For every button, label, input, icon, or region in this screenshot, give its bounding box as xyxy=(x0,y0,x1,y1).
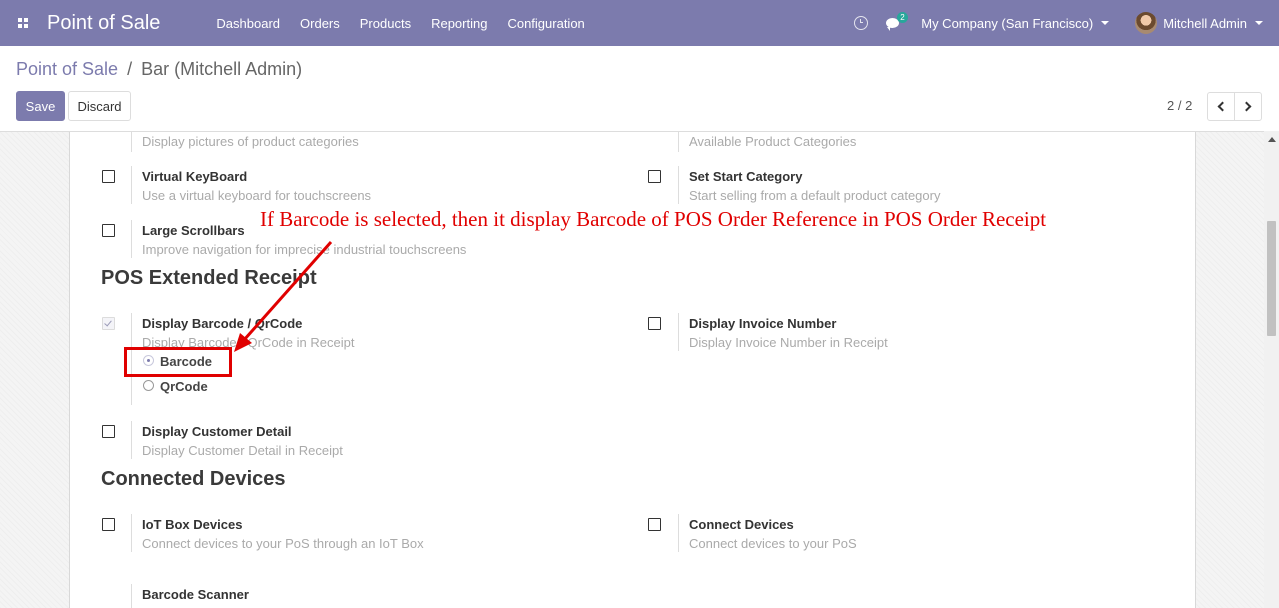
connect-devices-checkbox[interactable] xyxy=(648,518,661,531)
qrcode-radio-label[interactable]: QrCode xyxy=(160,379,208,394)
chat-count-badge: 2 xyxy=(897,12,908,23)
display-customer-detail-checkbox[interactable] xyxy=(102,425,115,438)
connected-devices-heading: Connected Devices xyxy=(101,468,286,490)
chevron-left-icon xyxy=(1217,101,1228,112)
iot-box-checkbox[interactable] xyxy=(102,518,115,531)
display-barcode-checkbox[interactable] xyxy=(102,317,115,330)
avatar xyxy=(1135,12,1158,34)
pager-previous-button[interactable] xyxy=(1207,92,1235,121)
app-name[interactable]: Point of Sale xyxy=(47,12,160,35)
breadcrumb: Point of Sale / Bar (Mitchell Admin) xyxy=(16,59,302,80)
iot-box-desc: Connect devices to your PoS through an I… xyxy=(142,536,424,551)
set-start-category-title: Set Start Category xyxy=(689,169,803,184)
virtual-keyboard-title: Virtual KeyBoard xyxy=(142,169,248,184)
setting-divider xyxy=(131,514,132,552)
set-start-category-desc: Start selling from a default product cat… xyxy=(689,188,941,203)
user-name: Mitchell Admin xyxy=(1163,15,1247,31)
iot-box-title: IoT Box Devices xyxy=(142,517,243,532)
setting-divider xyxy=(131,166,132,204)
category-pictures-desc: Display pictures of product categories xyxy=(142,134,359,149)
breadcrumb-current: Bar (Mitchell Admin) xyxy=(141,59,303,79)
apps-icon[interactable] xyxy=(0,0,46,46)
setting-divider xyxy=(131,220,132,258)
clock-icon[interactable] xyxy=(854,16,869,30)
discard-button[interactable]: Discard xyxy=(68,91,131,121)
chat-icon[interactable]: 2 xyxy=(886,12,908,31)
large-scrollbars-checkbox[interactable] xyxy=(102,224,115,237)
user-menu[interactable]: Mitchell Admin xyxy=(1135,12,1263,34)
large-scrollbars-title: Large Scrollbars xyxy=(142,223,245,238)
connect-devices-desc: Connect devices to your PoS xyxy=(689,536,857,551)
pager-next-button[interactable] xyxy=(1234,92,1262,121)
display-invoice-number-checkbox[interactable] xyxy=(648,317,661,330)
page-scrollbar[interactable] xyxy=(1264,131,1279,608)
menu-dashboard[interactable]: Dashboard xyxy=(216,16,280,31)
menu-configuration[interactable]: Configuration xyxy=(507,16,584,31)
available-categories-desc: Available Product Categories xyxy=(689,134,857,149)
menu-products[interactable]: Products xyxy=(360,16,411,31)
display-invoice-number-desc: Display Invoice Number in Receipt xyxy=(689,335,888,350)
caret-down-icon xyxy=(1255,21,1263,25)
scroll-thumb[interactable] xyxy=(1267,221,1276,336)
chevron-right-icon xyxy=(1241,101,1252,112)
scroll-up-icon[interactable] xyxy=(1268,137,1276,142)
breadcrumb-parent[interactable]: Point of Sale xyxy=(16,59,118,79)
company-name: My Company (San Francisco) xyxy=(921,15,1094,31)
set-start-category-checkbox[interactable] xyxy=(648,170,661,183)
setting-divider xyxy=(678,132,679,152)
setting-divider xyxy=(131,584,132,608)
display-customer-detail-title: Display Customer Detail xyxy=(142,424,292,439)
setting-divider xyxy=(131,132,132,152)
pager-value: 2 / 2 xyxy=(1167,98,1193,113)
menu-orders[interactable]: Orders xyxy=(300,16,340,31)
setting-divider xyxy=(678,514,679,552)
large-scrollbars-desc: Improve navigation for imprecise industr… xyxy=(142,242,467,257)
menu-reporting[interactable]: Reporting xyxy=(431,16,487,31)
display-customer-detail-desc: Display Customer Detail in Receipt xyxy=(142,443,343,458)
breadcrumb-separator: / xyxy=(127,59,133,79)
qrcode-radio[interactable] xyxy=(143,380,154,391)
annotation-highlight-box xyxy=(124,347,232,377)
virtual-keyboard-checkbox[interactable] xyxy=(102,170,115,183)
main-menu: Dashboard Orders Products Reporting Conf… xyxy=(216,16,604,31)
display-barcode-title: Display Barcode / QrCode xyxy=(142,316,303,331)
company-switcher[interactable]: My Company (San Francisco) xyxy=(921,15,1110,31)
virtual-keyboard-desc: Use a virtual keyboard for touchscreens xyxy=(142,188,372,203)
setting-divider xyxy=(678,313,679,351)
save-button[interactable]: Save xyxy=(16,91,65,121)
navbar-right: 2 My Company (San Francisco) Mitchell Ad… xyxy=(854,0,1279,46)
display-invoice-number-title: Display Invoice Number xyxy=(689,316,837,331)
top-navbar: Point of Sale Dashboard Orders Products … xyxy=(0,0,1279,46)
caret-down-icon xyxy=(1101,21,1110,25)
setting-divider xyxy=(678,166,679,204)
barcode-scanner-title: Barcode Scanner xyxy=(142,587,249,602)
setting-divider xyxy=(131,421,132,459)
connect-devices-title: Connect Devices xyxy=(689,517,794,532)
annotation-text: If Barcode is selected, then it display … xyxy=(260,207,1047,231)
form-sheet: Display pictures of product categories A… xyxy=(69,132,1196,608)
pos-extended-receipt-heading: POS Extended Receipt xyxy=(101,267,317,289)
